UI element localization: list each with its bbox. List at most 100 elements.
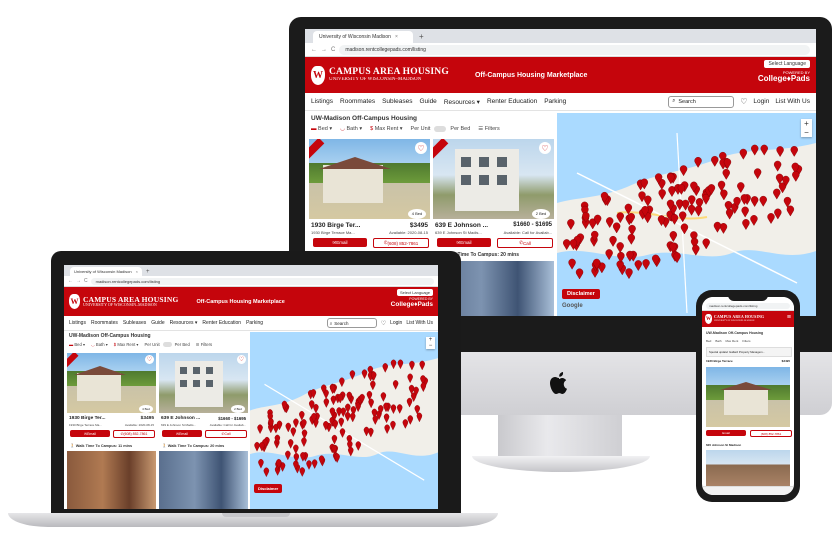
- map-pin[interactable]: [406, 398, 413, 408]
- listings-map[interactable]: Disclaimer + −: [250, 332, 438, 509]
- map-pin[interactable]: [711, 155, 719, 167]
- map-pin[interactable]: [713, 221, 722, 233]
- map-pin[interactable]: [383, 413, 390, 424]
- max-rent-filter[interactable]: Max Rent: [726, 339, 739, 343]
- max-rent-filter[interactable]: $ Max Rent ▾: [114, 342, 139, 347]
- listing-card[interactable]: ♡ 2 Bed 639 E Johnson ... $1660 - $1695 …: [159, 353, 248, 441]
- nav-guide[interactable]: Guide: [419, 98, 436, 105]
- per-unit-option[interactable]: Per Unit: [145, 342, 160, 347]
- listing-address[interactable]: 1930 Birge Terrace: [706, 359, 733, 363]
- notice-banner[interactable]: Special update! Gallard Property Managem…: [706, 347, 792, 357]
- email-button[interactable]: Email: [706, 430, 746, 436]
- map-pin[interactable]: [397, 359, 404, 370]
- map-pin[interactable]: [742, 219, 750, 230]
- map-pin[interactable]: [628, 224, 636, 236]
- listing-photo[interactable]: [706, 367, 790, 427]
- map-pin[interactable]: [750, 215, 758, 226]
- map-pin[interactable]: [323, 398, 330, 408]
- disclaimer-button[interactable]: Disclaimer: [254, 484, 283, 493]
- map-pin[interactable]: [293, 418, 299, 429]
- map-pin[interactable]: [380, 392, 387, 402]
- uw-crest-icon[interactable]: W: [69, 294, 80, 309]
- map-pin[interactable]: [397, 404, 403, 414]
- nav-listings[interactable]: Listings: [69, 320, 86, 326]
- back-icon[interactable]: ←: [68, 278, 73, 284]
- zoom-out-button[interactable]: −: [801, 128, 812, 137]
- price-mode-toggle[interactable]: [162, 342, 172, 347]
- filters-button[interactable]: ☰ Filters: [478, 126, 499, 132]
- map-pin[interactable]: [345, 403, 351, 414]
- map-pin[interactable]: [390, 404, 397, 414]
- powered-by[interactable]: POWERED BY College♦Pads: [391, 297, 433, 308]
- map-pin[interactable]: [774, 208, 782, 220]
- map-pin[interactable]: [679, 165, 688, 177]
- filters-button[interactable]: ☰ Filters: [196, 342, 212, 347]
- listing-card[interactable]: ♡ 2 Bed 639 E Johnson ... $1660 - $1695 …: [433, 139, 554, 249]
- map-pin[interactable]: [371, 371, 377, 382]
- browser-tab[interactable]: University of Wisconsin Madison ×: [70, 267, 142, 276]
- favorite-heart-icon[interactable]: ♡: [145, 355, 154, 364]
- favorites-heart-icon[interactable]: ♡: [740, 97, 747, 106]
- nav-subleases[interactable]: Subleases: [382, 98, 412, 105]
- bed-filter[interactable]: Bed: [706, 339, 711, 343]
- map-pin[interactable]: [390, 359, 397, 370]
- map-pin[interactable]: [759, 195, 767, 207]
- browser-tab[interactable]: University of Wisconsin Madison ×: [313, 31, 413, 43]
- language-select[interactable]: Select Language: [764, 60, 810, 68]
- per-bed-option[interactable]: Per Bed: [450, 126, 470, 132]
- map-pin[interactable]: [331, 435, 338, 445]
- map-pin[interactable]: [694, 205, 703, 217]
- forward-icon[interactable]: →: [76, 278, 81, 284]
- listing-address[interactable]: 639 E Johnson ...: [435, 222, 488, 229]
- listing-photo[interactable]: [433, 139, 554, 219]
- url-field[interactable]: madison.rentcollegepads.com/listing: [339, 44, 810, 55]
- zoom-out-button[interactable]: −: [426, 343, 435, 349]
- nav-renter-education[interactable]: Renter Education: [487, 98, 537, 105]
- login-link[interactable]: Login: [390, 320, 402, 326]
- nav-subleases[interactable]: Subleases: [123, 320, 146, 326]
- map-pin[interactable]: [702, 238, 710, 250]
- map-pin[interactable]: [679, 211, 687, 223]
- map-pin[interactable]: [301, 429, 308, 440]
- map-pin[interactable]: [627, 233, 635, 245]
- max-rent-filter[interactable]: $ Max Rent ▾: [370, 126, 402, 132]
- listing-photo[interactable]: [67, 353, 156, 413]
- map-pin[interactable]: [792, 170, 800, 182]
- language-select[interactable]: Select Language: [396, 289, 433, 296]
- listing-photo-next[interactable]: [67, 451, 156, 509]
- map-pin[interactable]: [722, 168, 730, 180]
- listing-address[interactable]: 1930 Birge Ter...: [311, 222, 360, 229]
- nav-resources[interactable]: Resources ▾: [444, 98, 480, 106]
- url-field[interactable]: madison.rentcollegepads.com/listing: [706, 303, 790, 309]
- map-pin[interactable]: [313, 404, 319, 414]
- search-input[interactable]: ⌕ Search: [668, 95, 735, 108]
- brand-logo[interactable]: CAMPUS AREA HOUSING UNIVERSITY OF WISCON…: [83, 296, 178, 308]
- map-pin[interactable]: [420, 382, 427, 393]
- bath-filter[interactable]: ◡ Bath ▾: [91, 342, 108, 347]
- map-pin[interactable]: [688, 195, 696, 207]
- email-button[interactable]: ✉ Email: [313, 238, 367, 247]
- email-button[interactable]: ✉ Email: [162, 430, 202, 437]
- bed-filter[interactable]: ▬ Bed ▾: [69, 342, 85, 347]
- map-pin[interactable]: [339, 377, 345, 388]
- map-pin[interactable]: [644, 195, 652, 207]
- map-pin[interactable]: [767, 213, 775, 224]
- reload-icon[interactable]: C: [331, 47, 335, 53]
- map-pin[interactable]: [725, 208, 734, 220]
- listing-address[interactable]: 1930 Birge Ter...: [69, 416, 105, 421]
- new-tab-icon[interactable]: +: [419, 32, 424, 41]
- nav-guide[interactable]: Guide: [151, 320, 164, 326]
- zoom-in-button[interactable]: +: [801, 119, 812, 128]
- map-pin[interactable]: [416, 412, 423, 423]
- menu-icon[interactable]: ≡: [787, 314, 791, 321]
- map-pin[interactable]: [609, 235, 617, 247]
- listing-card[interactable]: ♡ 4 Bed 1930 Birge Ter... $3495 1930 Bir…: [309, 139, 430, 249]
- map-pin[interactable]: [687, 204, 696, 216]
- map-pin[interactable]: [285, 422, 291, 433]
- map-pin[interactable]: [760, 144, 768, 156]
- bed-filter[interactable]: ▬ Bed ▾: [311, 126, 332, 132]
- map-pin[interactable]: [606, 217, 614, 229]
- favorite-heart-icon[interactable]: ♡: [415, 142, 427, 154]
- nav-resources[interactable]: Resources ▾: [170, 320, 198, 326]
- map-pin[interactable]: [344, 412, 351, 422]
